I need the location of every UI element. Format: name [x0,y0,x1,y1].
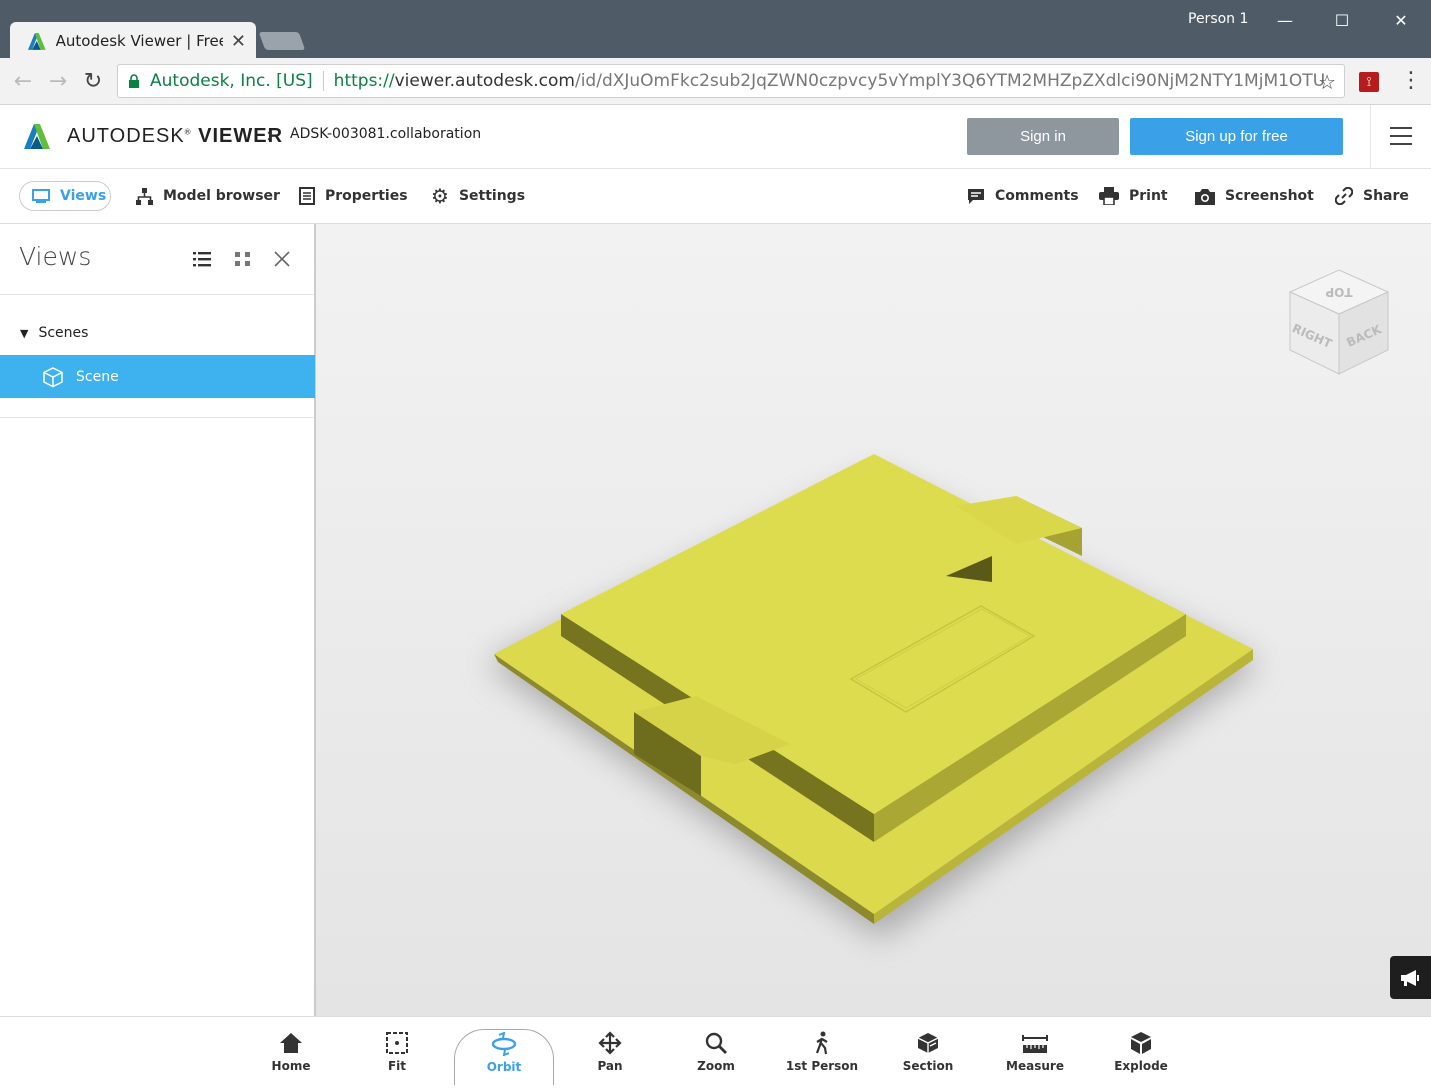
collapse-triangle-icon[interactable]: ▼ [20,327,28,340]
view-cube[interactable]: TOP RIGHT BACK [1284,262,1394,382]
measure-tool[interactable]: Measure [985,1029,1085,1085]
autodesk-favicon-icon [27,33,46,50]
printer-icon [1099,187,1119,205]
pan-tool[interactable]: Pan [560,1029,660,1085]
zoom-tool[interactable]: Zoom [666,1029,766,1085]
properties-tab[interactable]: Properties [299,181,408,211]
pdf-extension-icon[interactable]: ⟟ [1359,72,1379,92]
maximize-icon[interactable]: ☐ [1317,6,1367,34]
gear-icon: ⚙ [431,184,449,208]
new-tab-button[interactable] [258,32,306,50]
app-header: AUTODESK® VIEWER › ADSK-003081.collabora… [0,105,1431,169]
tab-close-icon[interactable]: ✕ [231,31,246,52]
window-close-icon[interactable]: ✕ [1376,6,1426,34]
viewcube-top-label[interactable]: TOP [1325,285,1352,299]
orbit-icon [491,1030,517,1058]
comments-button[interactable]: Comments [967,181,1079,211]
orbit-tool[interactable]: Orbit [454,1029,554,1085]
browser-tab[interactable]: Autodesk Viewer | Free Online File Viewe… [10,22,256,60]
model-browser-tab[interactable]: Model browser [136,181,280,211]
browser-toolbar: ← → ↻ Autodesk, Inc. [US] https://viewer… [0,58,1431,105]
forward-arrow-icon[interactable]: → [43,66,73,96]
walking-person-icon [812,1029,832,1057]
views-tab[interactable]: Views [19,181,111,211]
pan-arrows-icon [598,1029,622,1057]
profile-name[interactable]: Person 1 [1188,11,1248,27]
link-icon [1335,187,1353,205]
fit-to-view-icon [385,1029,409,1057]
print-button[interactable]: Print [1099,181,1168,211]
explode-tool[interactable]: Explode [1091,1029,1191,1085]
close-panel-icon[interactable] [272,249,292,269]
3d-viewport[interactable]: TOP RIGHT BACK [316,224,1431,1016]
sign-up-button[interactable]: Sign up for free [1130,118,1343,155]
minimize-icon[interactable]: — [1260,6,1310,34]
settings-tab[interactable]: ⚙ Settings [431,181,525,211]
explode-cube-icon [1129,1029,1153,1057]
section-tool[interactable]: Section [878,1029,978,1085]
lock-icon [129,74,139,88]
brand-wordmark: AUTODESK® VIEWER [67,125,284,147]
scene-list-item[interactable]: Scene [0,355,315,398]
list-view-icon[interactable] [192,249,212,269]
navigation-toolbar: Home Fit Orbit Pan Zoom 1st Person Secti… [0,1016,1431,1090]
fit-tool[interactable]: Fit [347,1029,447,1085]
camera-icon [1195,188,1215,205]
document-list-icon [299,187,315,205]
hamburger-menu-icon[interactable] [1390,127,1412,145]
breadcrumb-chevron-icon: › [266,123,274,147]
grid-view-icon[interactable] [233,249,253,269]
ruler-icon [1022,1029,1048,1057]
screenshot-button[interactable]: Screenshot [1195,181,1314,211]
back-arrow-icon[interactable]: ← [8,66,38,96]
monitor-icon [32,189,50,203]
scenes-group[interactable]: ▼ Scenes [20,325,88,341]
autodesk-logo-icon[interactable] [22,122,52,150]
home-tool[interactable]: Home [241,1029,341,1085]
sign-in-button[interactable]: Sign in [967,118,1119,155]
home-icon [279,1029,303,1057]
reload-icon[interactable]: ↻ [78,66,108,96]
bookmark-star-icon[interactable]: ☆ [1318,70,1336,94]
panel-title: Views [19,242,92,271]
hierarchy-icon [136,187,153,205]
address-bar[interactable]: Autodesk, Inc. [US] https://viewer.autod… [117,64,1345,98]
share-button[interactable]: Share [1335,181,1409,211]
document-name: ADSK-003081.collaboration [290,126,482,142]
tab-title: Autodesk Viewer | Free Online File Viewe… [55,32,223,50]
cube-icon [42,366,64,388]
comment-icon [967,188,985,205]
magnifier-icon [704,1029,728,1057]
views-panel: Views ▼ Scenes Scene [0,224,316,1016]
site-identity: Autodesk, Inc. [US] [150,71,313,91]
url-text[interactable]: https://viewer.autodesk.com/id/dXJuOmFkc… [334,71,1324,91]
browser-titlebar: Autodesk Viewer | Free Online File Viewe… [0,0,1431,60]
first-person-tool[interactable]: 1st Person [772,1029,872,1085]
section-cube-icon [916,1029,940,1057]
viewer-toolbar: Views Model browser Properties ⚙ Setting… [0,169,1431,224]
announcement-megaphone-icon[interactable] [1390,956,1431,999]
browser-menu-icon[interactable]: ⋮ [1400,68,1422,93]
